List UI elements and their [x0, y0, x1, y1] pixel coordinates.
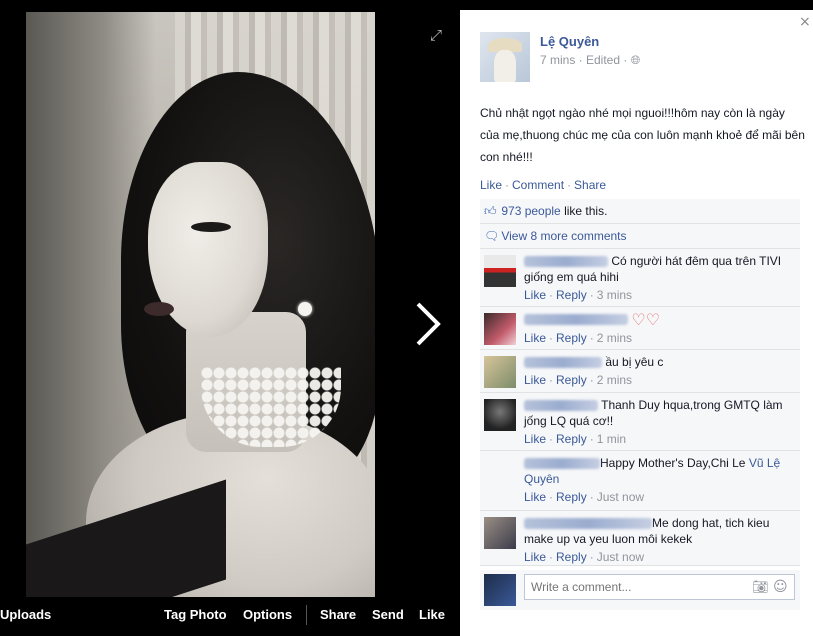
emoji-icon[interactable]: ☺ — [773, 579, 788, 595]
commenter-name-blurred[interactable] — [524, 400, 598, 412]
commenter-avatar[interactable] — [484, 356, 516, 388]
viewer-avatar — [484, 574, 516, 606]
comment-time: 1 min — [596, 432, 627, 446]
like-button[interactable]: Like — [419, 607, 445, 622]
commenter-avatar[interactable] — [484, 255, 516, 287]
commenter-name-blurred[interactable] — [524, 256, 608, 268]
likes-count-link[interactable]: 973 people — [501, 204, 560, 218]
commenter-avatar[interactable] — [484, 399, 516, 431]
photo[interactable] — [26, 12, 375, 597]
comment-like-link[interactable]: Like — [524, 373, 546, 387]
pearl-earring — [298, 302, 312, 316]
comment-row: Me dong hat, tich kieu make up va yeu lu… — [480, 511, 800, 566]
post-actions: Like · Comment · Share — [480, 178, 607, 192]
comment-like-link[interactable]: Like — [524, 432, 546, 446]
comment-bubble-icon: 🗨︎ — [484, 229, 500, 243]
comment-like-link[interactable]: Like — [524, 490, 546, 504]
comment-like-link[interactable]: Like — [524, 331, 546, 345]
author-name[interactable]: Lệ Quyên — [540, 34, 599, 49]
chevron-right-icon[interactable] — [412, 300, 444, 348]
globe-icon: 🌐︎ — [630, 53, 641, 67]
lips — [144, 302, 174, 316]
post-meta-text: 7 mins · Edited · — [540, 53, 631, 67]
comment-reply-link[interactable]: Reply — [556, 373, 587, 387]
post-meta: 7 mins · Edited · 🌐︎ — [540, 53, 640, 68]
expand-icon[interactable]: ⤢ — [430, 26, 442, 44]
post-text: Chủ nhật ngọt ngào nhé mọi nguoi!!!hôm n… — [480, 106, 805, 164]
share-button[interactable]: Share — [320, 607, 356, 622]
like-link[interactable]: Like — [480, 178, 502, 192]
options-button[interactable]: Options — [243, 607, 292, 622]
comment-reply-link[interactable]: Reply — [556, 432, 587, 446]
commenter-name-blurred[interactable] — [524, 518, 652, 530]
uploads-link[interactable]: Uploads — [0, 607, 51, 622]
ufi: 👍︎ 973 people like this. 🗨︎ View 8 more … — [480, 199, 800, 566]
post-panel: × Lệ Quyên 7 mins · Edited · 🌐︎ Chủ nhật… — [460, 10, 813, 636]
comment-time: 3 mins — [596, 288, 633, 302]
comment-composer: 📷︎ ☺ — [480, 570, 800, 610]
comment-time: Just now — [596, 490, 645, 504]
comment-row: ♡♡ Like · Reply · 2 mins — [480, 307, 800, 350]
comment-row: Có người hát đêm qua trên TIVI giống em … — [480, 249, 800, 307]
commenter-avatar[interactable] — [484, 517, 516, 549]
comment-like-link[interactable]: Like — [524, 288, 546, 302]
share-link[interactable]: Share — [574, 178, 606, 192]
comment-text: ầu bị yêu c — [605, 355, 664, 369]
commenter-name-blurred[interactable] — [524, 357, 602, 369]
eye — [191, 222, 231, 232]
comment-reply-link[interactable]: Reply — [556, 490, 587, 504]
camera-icon[interactable]: 📷︎ — [752, 580, 769, 595]
comment-time: 2 mins — [596, 330, 633, 345]
likes-row: 👍︎ 973 people like this. — [480, 199, 800, 224]
author-avatar[interactable] — [480, 32, 530, 82]
commenter-name-blurred[interactable] — [524, 458, 600, 470]
thumbs-up-icon: 👍︎ — [484, 204, 497, 218]
comment-time: Just now — [596, 550, 645, 564]
view-more-row: 🗨︎ View 8 more comments — [480, 224, 800, 249]
comment-time: 2 mins — [596, 373, 633, 387]
commenter-name-blurred[interactable] — [524, 314, 628, 326]
photo-stage: ⤢ Uploads Tag Photo Options Share Send L… — [0, 0, 460, 636]
commenter-avatar[interactable] — [484, 313, 516, 345]
commenter-avatar[interactable] — [484, 457, 516, 489]
comment-row: ầu bị yêu c Like · Reply · 2 mins — [480, 350, 800, 393]
comment-reply-link[interactable]: Reply — [556, 288, 587, 302]
tag-photo-button[interactable]: Tag Photo — [164, 607, 227, 622]
comment-reply-link[interactable]: Reply — [556, 331, 587, 345]
send-button[interactable]: Send — [372, 607, 404, 622]
comment-reply-link[interactable]: Reply — [556, 550, 587, 564]
close-icon[interactable]: × — [799, 14, 813, 30]
photo-action-bar: Uploads Tag Photo Options Share Send Lik… — [0, 597, 460, 636]
comment-text: Happy Mother's Day,Chi Le — [600, 456, 746, 470]
likes-suffix: like this. — [564, 204, 608, 218]
comment-like-link[interactable]: Like — [524, 550, 546, 564]
view-more-comments-link[interactable]: View 8 more comments — [501, 229, 626, 243]
hearts-emoji: ♡♡ — [631, 309, 661, 329]
divider — [306, 605, 307, 625]
comment-row: Happy Mother's Day,Chi Le Vũ Lệ Quyên Li… — [480, 451, 800, 511]
comment-row: Thanh Duy hqua,trong GMTQ làm jống LQ qu… — [480, 393, 800, 451]
comment-link[interactable]: Comment — [512, 178, 564, 192]
